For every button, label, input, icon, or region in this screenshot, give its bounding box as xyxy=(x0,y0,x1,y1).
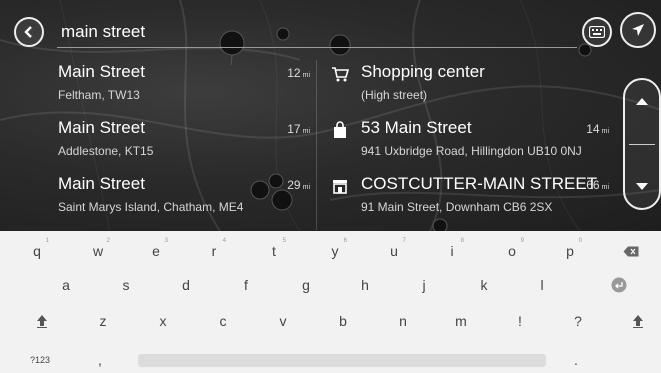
key-m[interactable]: m xyxy=(447,308,475,334)
result-distance: 14 mi xyxy=(586,122,609,136)
shift-key-right[interactable] xyxy=(624,308,652,334)
key-w[interactable]: w2 xyxy=(84,238,112,264)
result-name: Main Street xyxy=(58,174,145,193)
results-scroll-control xyxy=(623,78,661,210)
result-distance: 66 mi xyxy=(586,178,609,192)
shopping-cart-icon xyxy=(332,67,350,82)
result-subtitle: 91 Main Street, Downham CB6 2SX xyxy=(361,200,553,214)
space-key[interactable] xyxy=(138,354,546,367)
scroll-separator xyxy=(629,144,655,145)
back-button[interactable] xyxy=(14,17,44,47)
caret-up-icon xyxy=(636,98,648,105)
key-e[interactable]: e3 xyxy=(142,238,170,264)
result-name: Main Street xyxy=(58,118,145,137)
chevron-left-icon xyxy=(24,26,32,38)
result-name: 53 Main Street xyxy=(361,118,472,137)
result-item[interactable]: Main Street Saint Marys Island, Chatham,… xyxy=(0,170,316,224)
key-d[interactable]: d xyxy=(172,272,200,298)
search-screen: Main Street Feltham, TW13 12mi Main Stre… xyxy=(0,0,661,373)
key-c[interactable]: c xyxy=(209,308,237,334)
results-column-pois: Shopping center (High street) 53 Main St… xyxy=(318,58,615,231)
result-item[interactable]: Shopping center (High street) xyxy=(318,58,615,112)
key-s[interactable]: s xyxy=(112,272,140,298)
result-distance: 12 mi xyxy=(287,66,310,80)
result-item[interactable]: 53 Main Street 941 Uxbridge Road, Hillin… xyxy=(318,114,615,168)
key-z[interactable]: z xyxy=(89,308,117,334)
key-p[interactable]: p0 xyxy=(556,238,584,264)
key-b[interactable]: b xyxy=(329,308,357,334)
key-t[interactable]: t5 xyxy=(260,238,288,264)
key-n[interactable]: n xyxy=(389,308,417,334)
keyboard-icon xyxy=(589,26,605,38)
key-r[interactable]: r4 xyxy=(200,238,228,264)
result-distance: 29 mi xyxy=(287,178,310,192)
result-item[interactable]: COSTCUTTER-MAIN STREET 91 Main Street, D… xyxy=(318,170,615,224)
key-l[interactable]: l xyxy=(528,272,556,298)
scroll-down-button[interactable] xyxy=(625,172,659,202)
result-distance: 17 mi xyxy=(287,122,310,136)
key-j[interactable]: j xyxy=(410,272,438,298)
key-h[interactable]: h xyxy=(351,272,379,298)
search-results: Main Street Feltham, TW13 12 mi Main Stre… xyxy=(0,58,615,231)
shopping-bag-icon xyxy=(334,121,346,138)
result-name: COSTCUTTER-MAIN STREET xyxy=(361,174,598,193)
key-o[interactable]: o9 xyxy=(498,238,526,264)
search-bar xyxy=(0,0,661,60)
result-subtitle: Feltham, TW13 xyxy=(58,88,140,102)
numbers-key[interactable]: ?123 xyxy=(24,347,56,373)
result-subtitle: Addlestone, KT15 xyxy=(58,144,154,158)
backspace-icon xyxy=(623,246,639,256)
keyboard-toggle-button[interactable] xyxy=(582,17,612,47)
shift-key[interactable] xyxy=(28,308,56,334)
backspace-key[interactable] xyxy=(617,238,645,264)
key-g[interactable]: g xyxy=(292,272,320,298)
search-input[interactable] xyxy=(57,18,585,46)
key-f[interactable]: f xyxy=(232,272,260,298)
key-u[interactable]: u7 xyxy=(380,238,408,264)
key-q[interactable]: q1 xyxy=(23,238,51,264)
results-column-addresses: Main Street Feltham, TW13 12 mi Main Stre… xyxy=(0,58,316,231)
result-subtitle: 941 Uxbridge Road, Hillingdon UB10 0NJ xyxy=(361,144,582,158)
result-item[interactable]: Main Street Addlestone, KT15 17 mi xyxy=(0,114,316,168)
key-exclamation[interactable]: ! xyxy=(506,308,534,334)
key-v[interactable]: v xyxy=(269,308,297,334)
enter-icon xyxy=(611,277,627,293)
result-name: Main Street xyxy=(58,62,145,81)
result-subtitle: (High street) xyxy=(361,88,428,102)
key-question[interactable]: ? xyxy=(564,308,592,334)
key-i[interactable]: i8 xyxy=(438,238,466,264)
key-comma[interactable]: , xyxy=(86,347,114,373)
result-name: Shopping center xyxy=(361,62,485,81)
result-subtitle: Saint Marys Island, Chatham, ME4 xyxy=(58,200,244,214)
store-icon xyxy=(333,180,347,194)
shift-icon xyxy=(37,315,47,328)
key-k[interactable]: k xyxy=(470,272,498,298)
results-divider xyxy=(316,60,317,230)
search-underline xyxy=(57,47,577,48)
enter-key[interactable] xyxy=(605,272,633,298)
result-item[interactable]: Main Street Feltham, TW13 12 mi xyxy=(0,58,316,112)
key-x[interactable]: x xyxy=(149,308,177,334)
navigate-button[interactable] xyxy=(620,12,656,48)
shift-icon xyxy=(633,315,643,328)
key-a[interactable]: a xyxy=(52,272,80,298)
scroll-up-button[interactable] xyxy=(625,86,659,116)
key-period[interactable]: . xyxy=(562,347,590,373)
key-y[interactable]: y6 xyxy=(321,238,349,264)
navigation-arrow-icon xyxy=(632,24,644,36)
caret-down-icon xyxy=(636,183,648,190)
